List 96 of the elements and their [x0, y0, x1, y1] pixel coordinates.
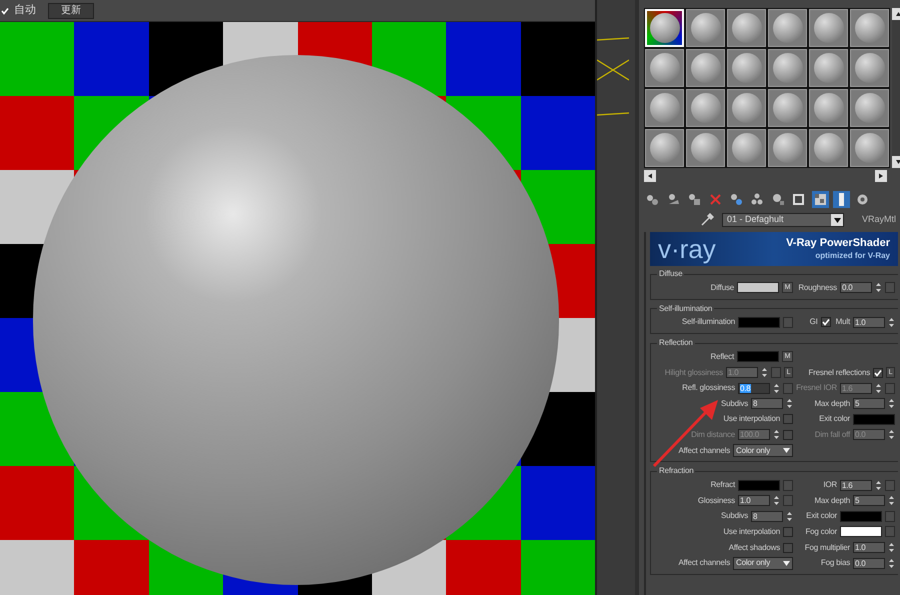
checkbox[interactable]	[783, 542, 793, 553]
field-label: Reflect	[710, 350, 734, 363]
material-name: 01 - Defaghult	[727, 213, 784, 226]
map-slot[interactable]	[885, 526, 895, 538]
dropdown-value: Color only	[736, 444, 770, 457]
spinner-arrows-icon[interactable]	[888, 495, 895, 506]
field-label: Fog multiplier	[804, 542, 850, 554]
spinner-arrows-icon[interactable]	[761, 367, 768, 378]
color-swatch[interactable]	[840, 510, 882, 522]
update-button[interactable]: 更新	[48, 2, 94, 18]
field-label: Use interpolation	[723, 526, 780, 538]
field-label: Dim fall off	[814, 428, 850, 441]
number-field[interactable]: 0.8	[738, 382, 770, 394]
field-label: Roughness	[798, 282, 837, 294]
channels-dropdown[interactable]: Color only	[733, 556, 793, 570]
checkbox-label: 自动	[14, 3, 36, 18]
field-label: Hilight glossiness	[664, 366, 723, 379]
color-swatch[interactable]	[738, 316, 780, 328]
map-slot[interactable]	[783, 480, 793, 491]
spinner-arrows-icon[interactable]	[888, 429, 895, 440]
field-label: Exit color	[806, 510, 837, 522]
number-field[interactable]: 5	[853, 495, 885, 506]
field-label: Fresnel reflections	[808, 366, 870, 379]
field-label: Fog bias	[820, 557, 850, 570]
number-field[interactable]: 1.0	[853, 316, 885, 328]
scroll-left-icon[interactable]	[644, 170, 656, 182]
field-label: Diffuse	[710, 282, 734, 294]
checkbox[interactable]	[820, 317, 831, 328]
field-label: Dim distance	[691, 428, 735, 441]
material-name-dropdown[interactable]: 01 - Defaghult	[722, 213, 844, 227]
map-slot[interactable]	[783, 316, 793, 328]
number-field[interactable]: 5	[853, 398, 885, 410]
field-label: Subdivs	[720, 398, 748, 410]
bar-icon[interactable]	[833, 190, 850, 208]
field-label: Mult	[836, 316, 850, 328]
color-swatch[interactable]	[853, 414, 895, 425]
eyedropper-icon[interactable]	[700, 213, 714, 227]
color-swatch[interactable]	[737, 351, 779, 362]
field-label: Self-illumination	[682, 316, 735, 328]
section-title: Refraction	[658, 465, 694, 478]
checker-icon[interactable]	[812, 190, 829, 208]
field-label: Use interpolation	[723, 413, 780, 426]
spinner-arrows-icon[interactable]	[875, 282, 882, 294]
field-label: GI	[810, 316, 818, 328]
color-swatch[interactable]	[738, 480, 780, 491]
number-field[interactable]: 0.0	[853, 558, 885, 569]
spinner-arrows-icon[interactable]	[875, 382, 882, 394]
banner-title: V-Ray PowerShader	[786, 237, 890, 251]
field-label: Refl. glossiness	[682, 382, 735, 394]
field-label: Subdivs	[720, 510, 748, 522]
field-label: Affect channels	[678, 444, 730, 457]
field-label: Fog color	[805, 526, 837, 538]
spinner-arrows-icon[interactable]	[888, 398, 895, 410]
spinner-arrows-icon[interactable]	[888, 542, 895, 554]
color-swatch[interactable]	[737, 282, 779, 294]
caret-icon[interactable]	[831, 214, 843, 226]
checkbox[interactable]	[873, 368, 883, 378]
auto-checkbox[interactable]	[0, 6, 10, 16]
vray-logo: v·ray	[658, 236, 716, 262]
section-title: Reflection	[658, 337, 694, 350]
color-swatch[interactable]	[840, 526, 882, 538]
field-label: Fresnel IOR	[796, 382, 837, 394]
field-label: Affect shadows	[728, 542, 780, 554]
number-field[interactable]: 1.0	[738, 495, 770, 506]
spinner-arrows-icon[interactable]	[888, 558, 895, 569]
spinner-arrows-icon[interactable]	[773, 495, 780, 506]
number-field[interactable]: 1.6	[840, 480, 872, 491]
caret-icon	[783, 558, 792, 568]
number-field[interactable]: 1.0	[853, 542, 885, 554]
number-field[interactable]: 0.0	[840, 282, 872, 294]
channels-dropdown[interactable]: Color only	[733, 444, 793, 458]
number-field[interactable]: 8	[751, 398, 783, 410]
material-type-button[interactable]: VRayMtl	[862, 213, 896, 227]
field-label: Max depth	[814, 398, 850, 410]
spinner-arrows-icon[interactable]	[875, 480, 882, 491]
caret-icon	[783, 446, 792, 456]
checkbox[interactable]	[783, 526, 793, 537]
spinner-arrows-icon[interactable]	[786, 510, 793, 522]
scroll-right-icon[interactable]	[875, 170, 887, 182]
map-slot[interactable]	[885, 510, 895, 522]
banner-subtitle: optimized for V-Ray	[815, 250, 890, 261]
checkbox[interactable]	[783, 414, 793, 424]
field-label: Max depth	[814, 494, 850, 507]
section-title: Diffuse	[658, 268, 684, 280]
dropdown-value: Color only	[736, 557, 770, 570]
field-label: Refract	[710, 479, 735, 492]
section-title: Self-illumination	[658, 302, 714, 315]
field-label: Affect channels	[678, 557, 730, 570]
spinner-arrows-icon[interactable]	[773, 382, 780, 394]
field-label: Exit color	[819, 413, 850, 426]
field-label: IOR	[823, 479, 837, 492]
field-label: Glossiness	[698, 494, 735, 507]
number-field[interactable]: 8	[751, 510, 783, 522]
spinner-arrows-icon[interactable]	[888, 316, 895, 328]
spinner-arrows-icon[interactable]	[786, 398, 793, 410]
spinner-arrows-icon[interactable]	[773, 429, 780, 440]
